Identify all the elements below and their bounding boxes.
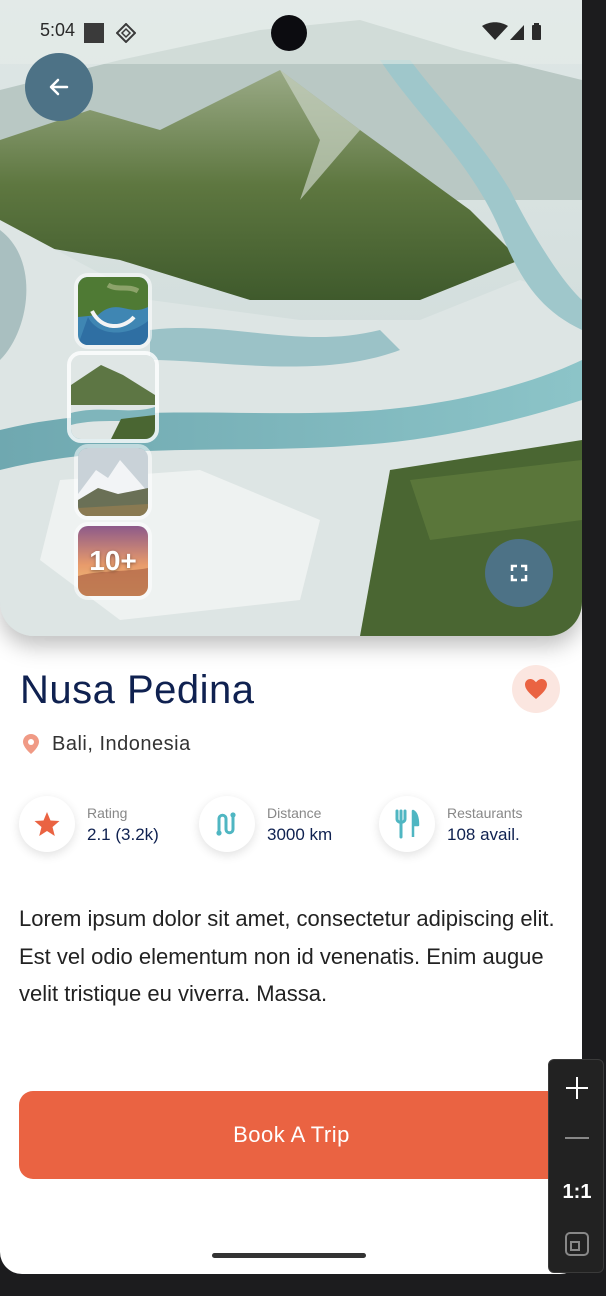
hero-image: 5:04 10+	[0, 0, 582, 636]
notification-square-icon	[84, 23, 104, 43]
book-trip-button[interactable]: Book A Trip	[19, 1091, 564, 1179]
gallery-thumbnail-1[interactable]	[74, 273, 152, 349]
stat-distance-icon-circle	[199, 796, 255, 852]
location-pin-icon	[23, 734, 39, 754]
valley-thumbnail-image	[71, 355, 155, 439]
stat-value: 108 avail.	[447, 825, 520, 844]
emulator-zoom-controls: 1:1	[548, 1059, 604, 1273]
zoom-fit-button[interactable]	[549, 1224, 605, 1264]
gallery-thumbnail-3[interactable]	[74, 444, 152, 520]
signal-icon	[510, 25, 524, 40]
zoom-out-button[interactable]	[549, 1118, 605, 1158]
stat-restaurants-icon-circle	[379, 796, 435, 852]
fit-screen-icon	[565, 1232, 589, 1256]
back-button[interactable]	[25, 53, 93, 121]
place-description: Lorem ipsum dolor sit amet, consectetur …	[19, 906, 555, 1006]
location-text: Bali, Indonesia	[52, 732, 191, 755]
wifi-icon	[482, 22, 508, 40]
favorite-button[interactable]	[512, 665, 560, 713]
front-camera	[271, 15, 307, 51]
zoom-in-button[interactable]	[549, 1068, 605, 1108]
system-status-icons	[482, 22, 541, 40]
stat-label: Distance	[267, 805, 322, 821]
stat-rating-icon-circle	[19, 796, 75, 852]
sim-diamond-icon	[116, 23, 136, 43]
zoom-reset-button[interactable]: 1:1	[549, 1172, 605, 1212]
gallery-thumbnail-more[interactable]: 10+	[74, 522, 152, 600]
place-location: Bali, Indonesia	[22, 730, 191, 758]
fullscreen-icon	[510, 564, 528, 582]
battery-icon	[532, 25, 541, 40]
minus-icon	[565, 1137, 589, 1139]
stat-label: Restaurants	[447, 805, 523, 821]
star-icon	[34, 812, 60, 836]
fullscreen-button[interactable]	[485, 539, 553, 607]
stat-label: Rating	[87, 805, 128, 821]
coast-thumbnail-image	[78, 277, 148, 345]
arrow-left-icon	[49, 78, 69, 96]
place-title: Nusa Pedina	[20, 668, 255, 712]
app-screen: 5:04 10+ Nusa Pedina Bali, Indonesia Rat…	[0, 0, 582, 1274]
stat-value: 3000 km	[267, 825, 333, 844]
device-frame-bottom	[0, 1274, 606, 1296]
status-bar: 5:04	[0, 0, 582, 64]
heart-icon	[525, 679, 547, 699]
route-icon	[216, 812, 236, 836]
gallery-thumbnail-2-active[interactable]	[67, 351, 159, 443]
gallery-more-count: 10+	[89, 545, 137, 576]
plus-icon	[566, 1077, 588, 1099]
fork-knife-icon	[395, 809, 420, 839]
home-indicator[interactable]	[212, 1253, 366, 1258]
stat-value: 2.1 (3.2k)	[87, 825, 159, 844]
status-time: 5:04	[40, 20, 76, 40]
snow-mountain-thumbnail-image	[78, 448, 148, 516]
